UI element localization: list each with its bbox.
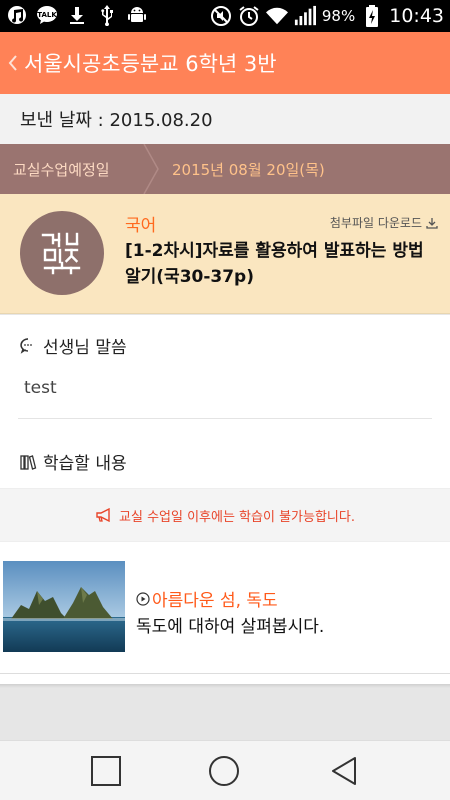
megaphone-icon xyxy=(96,508,110,522)
divider xyxy=(18,418,432,419)
content-bottom-edge xyxy=(0,673,450,684)
download-icon xyxy=(426,217,438,229)
clock: 10:43 xyxy=(389,5,444,27)
teacher-comment-title: 선생님 말씀 xyxy=(43,338,127,358)
attachment-download-button[interactable]: 첨부파일 다운로드 xyxy=(330,214,438,231)
study-content-title: 학습할 내용 xyxy=(43,454,127,474)
download-icon xyxy=(66,4,88,26)
back-nav-button[interactable] xyxy=(326,753,362,789)
study-item-title-text: 아름다운 섬, 독도 xyxy=(152,591,278,611)
square-icon xyxy=(91,756,121,786)
navigation-bar xyxy=(0,740,450,800)
home-button[interactable] xyxy=(206,753,242,789)
study-notice-text: 교실 수업일 이후에는 학습이 불가능합니다. xyxy=(119,509,355,525)
talk-icon: TALK xyxy=(36,4,58,26)
lesson-title: [1-2차시]자료를 활용하여 발표하는 방법 알기(국30-37p) xyxy=(125,241,424,287)
study-item[interactable]: 아름다운 섬, 독도 독도에 대하여 살펴봅시다. xyxy=(0,542,450,672)
schedule-bar: 교실수업예정일 2015년 08월 20일(목) xyxy=(0,144,450,194)
alarm-icon xyxy=(238,5,260,27)
sent-date: 보낸 날짜 : 2015.08.20 xyxy=(20,110,213,131)
schedule-label: 교실수업예정일 xyxy=(13,160,110,179)
signal-icon xyxy=(294,5,316,27)
teacher-comment-heading: 선생님 말씀 xyxy=(19,333,127,358)
chevron-left-icon xyxy=(8,55,17,71)
svg-text:TALK: TALK xyxy=(37,11,57,19)
content-shadow xyxy=(0,684,450,688)
study-notice: 교실 수업일 이후에는 학습이 불가능합니다. xyxy=(0,488,450,542)
battery-percent: 98% xyxy=(321,7,356,25)
chevron-divider-icon xyxy=(143,144,159,194)
subject-card: 국어 첨부파일 다운로드 [1-2차시]자료를 활용하여 발표하는 방법 알기(… xyxy=(0,194,450,314)
android-icon xyxy=(126,4,148,26)
circle-icon xyxy=(209,756,239,786)
content-panel: 선생님 말씀 test 학습할 내용 교실 수업일 이후에는 학습이 불가능합니… xyxy=(0,315,450,684)
usb-icon xyxy=(96,4,118,26)
speech-bubble-icon xyxy=(20,337,32,354)
study-item-description: 독도에 대하여 살펴봅시다. xyxy=(136,617,325,637)
mute-icon xyxy=(210,5,232,27)
teacher-comment-text: test xyxy=(24,378,57,398)
app-bar: 서울시공초등분교 6학년 3반 xyxy=(0,32,450,94)
music-app-icon xyxy=(6,4,28,26)
notification-icons: TALK xyxy=(6,4,148,26)
back-button[interactable] xyxy=(2,32,24,94)
study-item-title[interactable]: 아름다운 섬, 독도 xyxy=(136,586,278,611)
schedule-date: 2015년 08월 20일(목) xyxy=(172,160,325,179)
play-circle-icon xyxy=(136,591,150,606)
recent-apps-button[interactable] xyxy=(88,753,124,789)
study-content-heading: 학습할 내용 xyxy=(19,449,127,474)
class-logo xyxy=(20,211,104,295)
system-icons: 98% 10:43 xyxy=(210,2,444,30)
wifi-icon xyxy=(265,5,288,27)
books-icon xyxy=(20,454,37,470)
sent-date-row: 보낸 날짜 : 2015.08.20 xyxy=(0,94,450,144)
study-item-thumbnail xyxy=(3,561,125,652)
subject-name: 국어 xyxy=(125,216,157,236)
class-logo-glyph-icon xyxy=(41,232,81,275)
triangle-back-icon xyxy=(332,757,356,785)
status-bar: TALK 98% 10:43 xyxy=(0,0,450,32)
attachment-download-label: 첨부파일 다운로드 xyxy=(329,216,422,230)
battery-icon xyxy=(361,5,383,27)
page-title: 서울시공초등분교 6학년 3반 xyxy=(24,52,277,76)
